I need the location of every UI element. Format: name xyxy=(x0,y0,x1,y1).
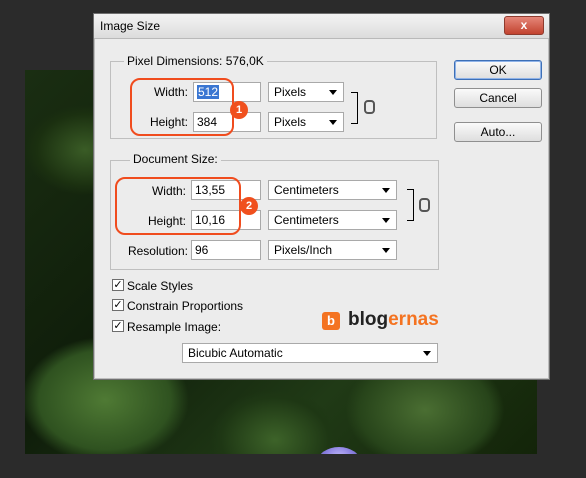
resample-method-select[interactable]: Bicubic Automatic xyxy=(182,343,438,363)
resample-image-label[interactable]: Resample Image: xyxy=(127,320,221,334)
pixel-height-unit-select[interactable]: Pixels xyxy=(268,112,344,132)
pixel-link-bracket xyxy=(351,92,358,124)
checkbox-checked-icon: ✓ xyxy=(113,299,123,311)
document-link-bracket xyxy=(407,189,414,221)
checkbox-checked-icon: ✓ xyxy=(113,279,123,291)
resolution-unit-select[interactable]: Pixels/Inch xyxy=(268,240,397,260)
annotation-badge-2: 2 xyxy=(240,197,258,215)
pixel-width-unit-select[interactable]: Pixels xyxy=(268,82,344,102)
pixel-dimensions-size: 576,0K xyxy=(225,54,264,68)
link-chain-icon xyxy=(364,100,375,114)
constrain-proportions-label[interactable]: Constrain Proportions xyxy=(127,299,243,313)
blogernas-logo-icon: b xyxy=(322,312,340,330)
resample-image-checkbox[interactable]: ✓ xyxy=(112,320,124,332)
document-size-legend: Document Size: xyxy=(130,152,221,166)
close-button[interactable]: x xyxy=(504,16,544,35)
doc-height-unit-select[interactable]: Centimeters xyxy=(268,210,397,230)
resolution-input[interactable]: 96 xyxy=(191,240,261,260)
dialog-titlebar[interactable]: Image Size x xyxy=(94,14,549,39)
hydrangea-flower-image xyxy=(317,447,361,454)
checkbox-checked-icon: ✓ xyxy=(113,320,123,332)
doc-width-unit-select[interactable]: Centimeters xyxy=(268,180,397,200)
auto-button[interactable]: Auto... xyxy=(454,122,542,142)
document-annotation-box xyxy=(115,177,241,235)
dialog-title: Image Size xyxy=(100,19,161,33)
close-icon: x xyxy=(520,18,528,32)
scale-styles-checkbox[interactable]: ✓ xyxy=(112,279,124,291)
dropdown-arrow-icon xyxy=(423,351,431,356)
pixel-annotation-box xyxy=(130,78,234,136)
constrain-proportions-checkbox[interactable]: ✓ xyxy=(112,299,124,311)
annotation-badge-1: 1 xyxy=(230,101,248,119)
ok-button[interactable]: OK xyxy=(454,60,542,80)
pixel-dimensions-legend: Pixel Dimensions: 576,0K xyxy=(124,54,267,68)
dropdown-arrow-icon xyxy=(329,90,337,95)
blogernas-logo-text: blogernas xyxy=(348,309,439,330)
resolution-label: Resolution: xyxy=(127,244,188,258)
scale-styles-label[interactable]: Scale Styles xyxy=(127,279,193,293)
dropdown-arrow-icon xyxy=(382,218,390,223)
dropdown-arrow-icon xyxy=(382,248,390,253)
dropdown-arrow-icon xyxy=(382,188,390,193)
cancel-button[interactable]: Cancel xyxy=(454,88,542,108)
dropdown-arrow-icon xyxy=(329,120,337,125)
link-chain-icon xyxy=(419,198,430,212)
